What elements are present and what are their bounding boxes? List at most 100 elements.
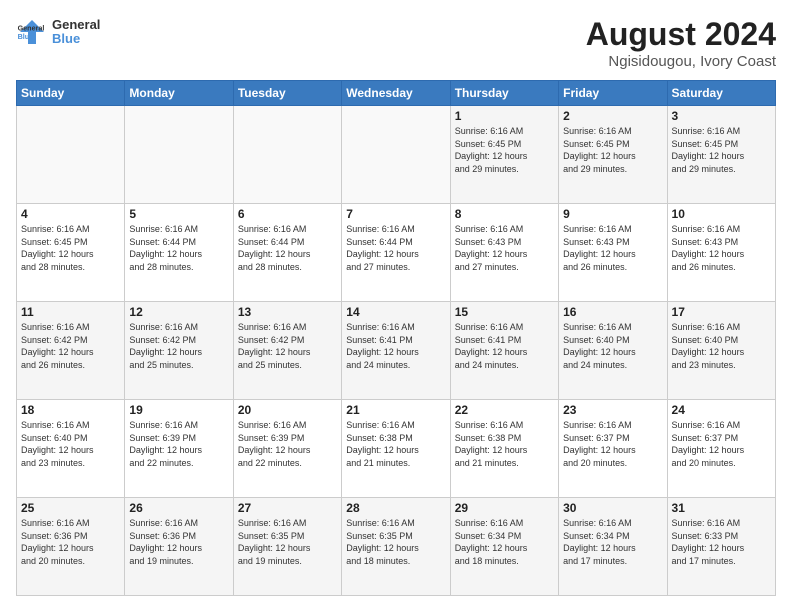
calendar-week-1: 1 Sunrise: 6:16 AM Sunset: 6:45 PM Daylig…: [17, 106, 776, 204]
day-header-thursday: Thursday: [450, 81, 558, 106]
day-number: 5: [129, 207, 228, 221]
day-number: 23: [563, 403, 662, 417]
calendar-cell: 23 Sunrise: 6:16 AM Sunset: 6:37 PM Dayli…: [559, 400, 667, 498]
header: General Blue General Blue August 2024 Ng…: [16, 16, 776, 70]
calendar-cell: 26 Sunrise: 6:16 AM Sunset: 6:36 PM Dayli…: [125, 498, 233, 596]
day-info: Sunrise: 6:16 AM Sunset: 6:36 PM Dayligh…: [129, 517, 228, 567]
day-number: 9: [563, 207, 662, 221]
calendar-week-5: 25 Sunrise: 6:16 AM Sunset: 6:36 PM Dayli…: [17, 498, 776, 596]
day-number: 25: [21, 501, 120, 515]
calendar-cell: 18 Sunrise: 6:16 AM Sunset: 6:40 PM Dayli…: [17, 400, 125, 498]
calendar-cell: 7 Sunrise: 6:16 AM Sunset: 6:44 PM Daylig…: [342, 204, 450, 302]
day-info: Sunrise: 6:16 AM Sunset: 6:44 PM Dayligh…: [129, 223, 228, 273]
calendar-cell: 6 Sunrise: 6:16 AM Sunset: 6:44 PM Daylig…: [233, 204, 341, 302]
calendar-cell: 14 Sunrise: 6:16 AM Sunset: 6:41 PM Dayli…: [342, 302, 450, 400]
day-number: 10: [672, 207, 771, 221]
day-info: Sunrise: 6:16 AM Sunset: 6:44 PM Dayligh…: [346, 223, 445, 273]
day-number: 19: [129, 403, 228, 417]
day-number: 29: [455, 501, 554, 515]
calendar-cell: [342, 106, 450, 204]
logo: General Blue General Blue: [16, 16, 100, 48]
calendar-cell: 17 Sunrise: 6:16 AM Sunset: 6:40 PM Dayli…: [667, 302, 775, 400]
day-info: Sunrise: 6:16 AM Sunset: 6:43 PM Dayligh…: [455, 223, 554, 273]
day-info: Sunrise: 6:16 AM Sunset: 6:39 PM Dayligh…: [129, 419, 228, 469]
calendar-cell: 10Sunrise: 6:16 AM Sunset: 6:43 PM Dayli…: [667, 204, 775, 302]
day-number: 12: [129, 305, 228, 319]
day-number: 20: [238, 403, 337, 417]
day-info: Sunrise: 6:16 AM Sunset: 6:45 PM Dayligh…: [455, 125, 554, 175]
calendar-cell: 3 Sunrise: 6:16 AM Sunset: 6:45 PM Daylig…: [667, 106, 775, 204]
calendar-cell: 1 Sunrise: 6:16 AM Sunset: 6:45 PM Daylig…: [450, 106, 558, 204]
day-number: 26: [129, 501, 228, 515]
day-number: 13: [238, 305, 337, 319]
calendar-cell: [17, 106, 125, 204]
day-number: 6: [238, 207, 337, 221]
day-number: 24: [672, 403, 771, 417]
calendar-header-row: SundayMondayTuesdayWednesdayThursdayFrid…: [17, 81, 776, 106]
day-info: Sunrise: 6:16 AM Sunset: 6:43 PM Dayligh…: [563, 223, 662, 273]
day-info: Sunrise: 6:16 AM Sunset: 6:33 PM Dayligh…: [672, 517, 771, 567]
day-number: 7: [346, 207, 445, 221]
calendar-title: August 2024: [586, 16, 776, 53]
calendar-subtitle: Ngisidougou, Ivory Coast: [586, 53, 776, 70]
calendar-cell: 24 Sunrise: 6:16 AM Sunset: 6:37 PM Dayli…: [667, 400, 775, 498]
page: General Blue General Blue August 2024 Ng…: [0, 0, 792, 612]
day-info: Sunrise: 6:16 AM Sunset: 6:40 PM Dayligh…: [672, 321, 771, 371]
calendar-cell: 2Sunrise: 6:16 AM Sunset: 6:45 PM Daylig…: [559, 106, 667, 204]
calendar-cell: 22Sunrise: 6:16 AM Sunset: 6:38 PM Dayli…: [450, 400, 558, 498]
day-info: Sunrise: 6:16 AM Sunset: 6:45 PM Dayligh…: [672, 125, 771, 175]
day-number: 16: [563, 305, 662, 319]
day-info: Sunrise: 6:16 AM Sunset: 6:37 PM Dayligh…: [672, 419, 771, 469]
day-info: Sunrise: 6:16 AM Sunset: 6:45 PM Dayligh…: [21, 223, 120, 273]
calendar-cell: 29 Sunrise: 6:16 AM Sunset: 6:34 PM Dayli…: [450, 498, 558, 596]
day-number: 18: [21, 403, 120, 417]
calendar-cell: 5 Sunrise: 6:16 AM Sunset: 6:44 PM Daylig…: [125, 204, 233, 302]
calendar-cell: 21 Sunrise: 6:16 AM Sunset: 6:38 PM Dayli…: [342, 400, 450, 498]
day-info: Sunrise: 6:16 AM Sunset: 6:34 PM Dayligh…: [563, 517, 662, 567]
day-header-sunday: Sunday: [17, 81, 125, 106]
calendar-cell: 30 Sunrise: 6:16 AM Sunset: 6:34 PM Dayli…: [559, 498, 667, 596]
calendar-cell: 8 Sunrise: 6:16 AM Sunset: 6:43 PM Daylig…: [450, 204, 558, 302]
day-info: Sunrise: 6:16 AM Sunset: 6:40 PM Dayligh…: [21, 419, 120, 469]
day-number: 11: [21, 305, 120, 319]
day-number: 1: [455, 109, 554, 123]
day-info: Sunrise: 6:16 AM Sunset: 6:38 PM Dayligh…: [346, 419, 445, 469]
logo-line1: General: [52, 18, 100, 32]
day-header-friday: Friday: [559, 81, 667, 106]
calendar-cell: [233, 106, 341, 204]
calendar-table: SundayMondayTuesdayWednesdayThursdayFrid…: [16, 80, 776, 596]
day-info: Sunrise: 6:16 AM Sunset: 6:36 PM Dayligh…: [21, 517, 120, 567]
calendar-cell: 16 Sunrise: 6:16 AM Sunset: 6:40 PM Dayli…: [559, 302, 667, 400]
title-area: August 2024 Ngisidougou, Ivory Coast: [586, 16, 776, 70]
day-info: Sunrise: 6:16 AM Sunset: 6:42 PM Dayligh…: [21, 321, 120, 371]
day-info: Sunrise: 6:16 AM Sunset: 6:41 PM Dayligh…: [346, 321, 445, 371]
calendar-cell: 15Sunrise: 6:16 AM Sunset: 6:41 PM Dayli…: [450, 302, 558, 400]
calendar-cell: [125, 106, 233, 204]
calendar-cell: 12Sunrise: 6:16 AM Sunset: 6:42 PM Dayli…: [125, 302, 233, 400]
day-number: 30: [563, 501, 662, 515]
svg-text:Blue: Blue: [18, 32, 34, 41]
day-info: Sunrise: 6:16 AM Sunset: 6:42 PM Dayligh…: [238, 321, 337, 371]
day-number: 14: [346, 305, 445, 319]
logo-text: General Blue: [52, 18, 100, 47]
day-number: 31: [672, 501, 771, 515]
day-number: 3: [672, 109, 771, 123]
day-info: Sunrise: 6:16 AM Sunset: 6:37 PM Dayligh…: [563, 419, 662, 469]
day-info: Sunrise: 6:16 AM Sunset: 6:35 PM Dayligh…: [238, 517, 337, 567]
day-number: 8: [455, 207, 554, 221]
calendar-cell: 13 Sunrise: 6:16 AM Sunset: 6:42 PM Dayli…: [233, 302, 341, 400]
day-number: 21: [346, 403, 445, 417]
calendar-cell: 19 Sunrise: 6:16 AM Sunset: 6:39 PM Dayli…: [125, 400, 233, 498]
day-number: 4: [21, 207, 120, 221]
calendar-cell: 20 Sunrise: 6:16 AM Sunset: 6:39 PM Dayli…: [233, 400, 341, 498]
day-number: 2: [563, 109, 662, 123]
day-info: Sunrise: 6:16 AM Sunset: 6:44 PM Dayligh…: [238, 223, 337, 273]
day-header-wednesday: Wednesday: [342, 81, 450, 106]
day-info: Sunrise: 6:16 AM Sunset: 6:38 PM Dayligh…: [455, 419, 554, 469]
day-info: Sunrise: 6:16 AM Sunset: 6:35 PM Dayligh…: [346, 517, 445, 567]
day-info: Sunrise: 6:16 AM Sunset: 6:39 PM Dayligh…: [238, 419, 337, 469]
calendar-cell: 4 Sunrise: 6:16 AM Sunset: 6:45 PM Daylig…: [17, 204, 125, 302]
day-info: Sunrise: 6:16 AM Sunset: 6:40 PM Dayligh…: [563, 321, 662, 371]
day-info: Sunrise: 6:16 AM Sunset: 6:34 PM Dayligh…: [455, 517, 554, 567]
day-number: 17: [672, 305, 771, 319]
